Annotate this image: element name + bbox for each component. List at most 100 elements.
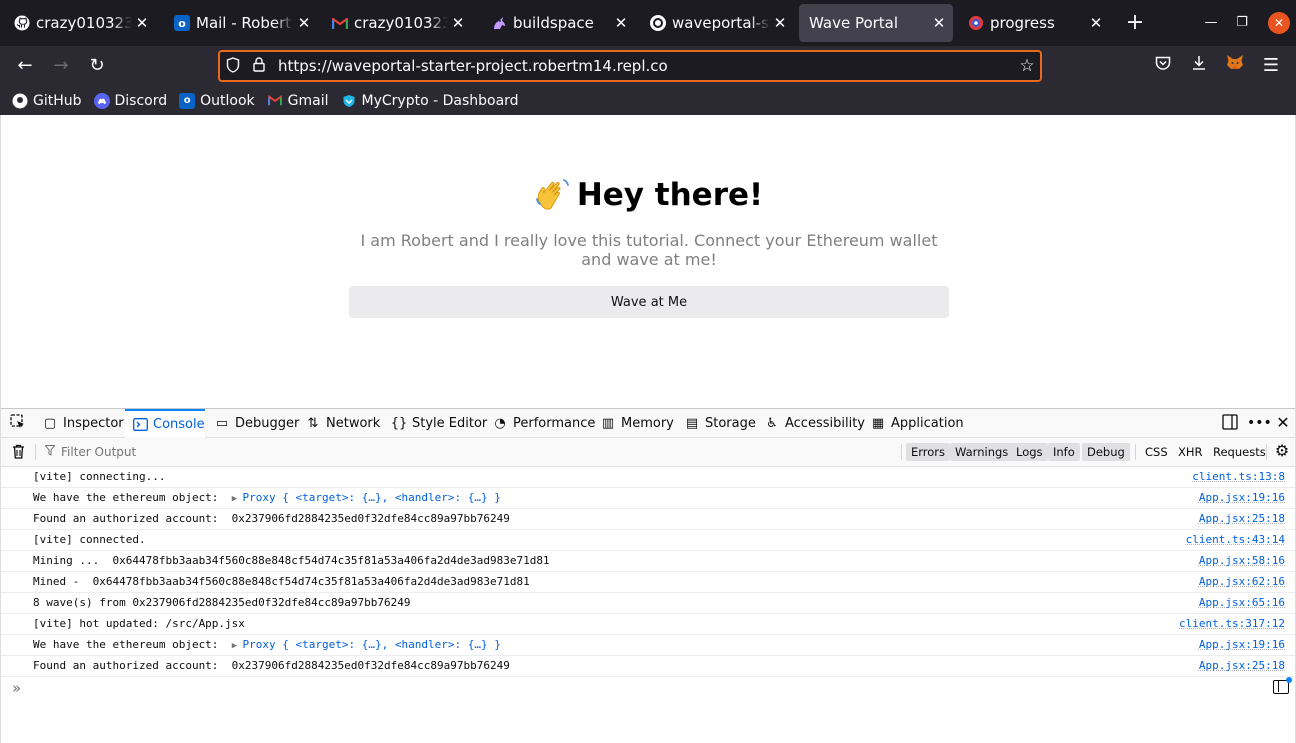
window-close-icon[interactable]: ✕ [1268, 12, 1290, 34]
proxy-object[interactable]: Proxy { <target>: {…}, <handler>: {…} } [243, 638, 501, 651]
style-editor-icon: {} [390, 415, 408, 431]
tab-console[interactable]: Console [125, 409, 205, 438]
performance-gauge-icon: ◔ [494, 415, 506, 431]
expand-triangle-icon[interactable]: ▶ [232, 641, 243, 651]
tab-accessibility[interactable]: ♿ Accessibility [764, 409, 865, 437]
tab-wave-portal[interactable]: Wave Portal ✕ [799, 4, 953, 42]
console-row: [vite] connecting... client.ts:13:8 [1, 467, 1295, 488]
filter-xhr-button[interactable]: XHR [1178, 443, 1203, 461]
tab-performance[interactable]: ◔ Performance [492, 409, 595, 437]
wave-button[interactable]: Wave at Me [349, 286, 949, 318]
console-input-line[interactable]: » [1, 677, 1295, 701]
back-arrow-icon[interactable]: ← [11, 52, 39, 80]
close-icon[interactable]: ✕ [1086, 14, 1106, 32]
filter-warnings-button[interactable]: Warnings [950, 443, 1014, 461]
expand-triangle-icon[interactable]: ▶ [232, 494, 243, 504]
memory-chip-icon: ▥ [601, 415, 615, 431]
source-link[interactable]: client.ts:317:12 [1179, 614, 1285, 634]
new-tab-button[interactable]: + [1124, 10, 1146, 36]
metamask-fox-icon[interactable] [1221, 52, 1249, 80]
divider [901, 444, 902, 460]
forward-arrow-icon[interactable]: → [47, 52, 75, 80]
github-icon [14, 15, 30, 31]
mycrypto-icon [341, 93, 357, 109]
source-link[interactable]: client.ts:13:8 [1192, 467, 1285, 487]
filter-info-button[interactable]: Info [1048, 443, 1080, 461]
close-icon[interactable]: ✕ [294, 14, 314, 32]
source-link[interactable]: App.jsx:62:16 [1199, 572, 1285, 592]
source-link[interactable]: client.ts:43:14 [1186, 530, 1285, 550]
source-link[interactable]: App.jsx:65:16 [1199, 593, 1285, 613]
console-row: [vite] hot updated: /src/App.jsx client.t… [1, 614, 1295, 635]
element-picker-icon[interactable] [8, 414, 28, 432]
filter-css-button[interactable]: CSS [1145, 443, 1168, 461]
bookmark-outlook[interactable]: o Outlook [179, 92, 255, 109]
filter-output-input[interactable] [45, 443, 345, 461]
console-filter-bar: Errors Warnings Logs Info Debug CSS XHR … [1, 438, 1295, 467]
filter-requests-button[interactable]: Requests [1213, 443, 1266, 461]
tab-mail[interactable]: o Mail - Robert Martinez ✕ [164, 4, 318, 42]
address-input[interactable] [278, 55, 998, 77]
reload-icon[interactable]: ↻ [83, 52, 111, 80]
tab-style-editor[interactable]: {} Style Editor [390, 409, 488, 437]
url-bar[interactable]: ☆ [218, 50, 1042, 82]
filter-errors-button[interactable]: Errors [906, 443, 951, 461]
star-bookmark-icon[interactable]: ☆ [1018, 57, 1036, 75]
shield-icon[interactable] [224, 57, 242, 75]
tab-label: waveportal-starter-project [672, 14, 770, 32]
tab-memory[interactable]: ▥ Memory [600, 409, 674, 437]
replit-icon [650, 15, 666, 31]
proxy-object[interactable]: Proxy { <target>: {…}, <handler>: {…} } [243, 491, 501, 504]
tab-storage[interactable]: ▤ Storage [684, 409, 756, 437]
filter-logs-button[interactable]: Logs [1011, 443, 1048, 461]
waving-hand-icon [535, 177, 571, 211]
source-link[interactable]: App.jsx:25:18 [1199, 509, 1285, 529]
filter-debug-button[interactable]: Debug [1082, 443, 1130, 461]
close-devtools-icon[interactable]: ✕ [1273, 414, 1293, 432]
console-settings-gear-icon[interactable]: ⚙ [1272, 442, 1292, 460]
trash-icon[interactable] [10, 444, 26, 460]
source-link[interactable]: App.jsx:19:16 [1199, 488, 1285, 508]
tab-gmail[interactable]: crazy010323, welcome ✕ [322, 4, 472, 42]
hamburger-menu-icon[interactable]: ☰ [1257, 52, 1285, 80]
source-link[interactable]: App.jsx:58:16 [1199, 551, 1285, 571]
download-icon[interactable] [1185, 52, 1213, 80]
close-icon[interactable]: ✕ [448, 14, 468, 32]
bookmark-discord[interactable]: Discord [93, 92, 168, 109]
tab-debugger[interactable]: ▭ Debugger [214, 409, 300, 437]
bookmark-label: Discord [114, 92, 168, 109]
bookmark-github[interactable]: GitHub [12, 93, 82, 109]
tab-inspector[interactable]: ▢ Inspector [42, 409, 124, 437]
restore-icon[interactable]: ❐ [1231, 12, 1253, 34]
source-link[interactable]: App.jsx:19:16 [1199, 635, 1285, 655]
tab-progress[interactable]: progress ✕ [958, 4, 1110, 42]
more-options-icon[interactable]: ••• [1247, 414, 1272, 432]
lock-icon[interactable] [250, 57, 268, 75]
bookmark-gmail[interactable]: Gmail [267, 93, 329, 109]
tab-application[interactable]: ▦ Application [870, 409, 964, 437]
page-subtitle: I am Robert and I really love this tutor… [360, 231, 938, 269]
close-icon[interactable]: ✕ [611, 14, 631, 32]
bookmark-mycrypto[interactable]: MyCrypto - Dashboard [341, 93, 519, 109]
tab-network[interactable]: ⇅ Network [305, 409, 381, 437]
tab-github[interactable]: crazy010323/WavePortal ✕ [4, 4, 156, 42]
tab-replit[interactable]: waveportal-starter-project ✕ [640, 4, 794, 42]
bookmark-label: Outlook [200, 92, 255, 109]
tab-buildspace[interactable]: buildspace ✕ [481, 4, 635, 42]
tab-label: Mail - Robert Martinez [196, 14, 294, 32]
divider [35, 444, 36, 460]
pocket-icon[interactable] [1149, 52, 1177, 80]
tab-label: crazy010323/WavePortal [36, 14, 132, 32]
console-row: We have the ethereum object: ▶ Proxy { <… [1, 488, 1295, 509]
close-icon[interactable]: ✕ [929, 14, 949, 32]
close-icon[interactable]: ✕ [132, 14, 152, 32]
dock-side-icon[interactable] [1220, 414, 1240, 432]
page-title: Hey there! [1, 177, 1296, 213]
console-row: We have the ethereum object: ▶ Proxy { <… [1, 635, 1295, 656]
source-link[interactable]: App.jsx:25:18 [1199, 656, 1285, 676]
minimize-icon[interactable]: — [1200, 12, 1222, 34]
tab-strip: crazy010323/WavePortal ✕ o Mail - Robert… [0, 0, 1296, 46]
close-icon[interactable]: ✕ [770, 14, 790, 32]
tab-label: Wave Portal [809, 14, 899, 32]
bookmarks-toolbar: GitHub Discord o Outlook Gmail MyCrypto … [0, 86, 1296, 115]
